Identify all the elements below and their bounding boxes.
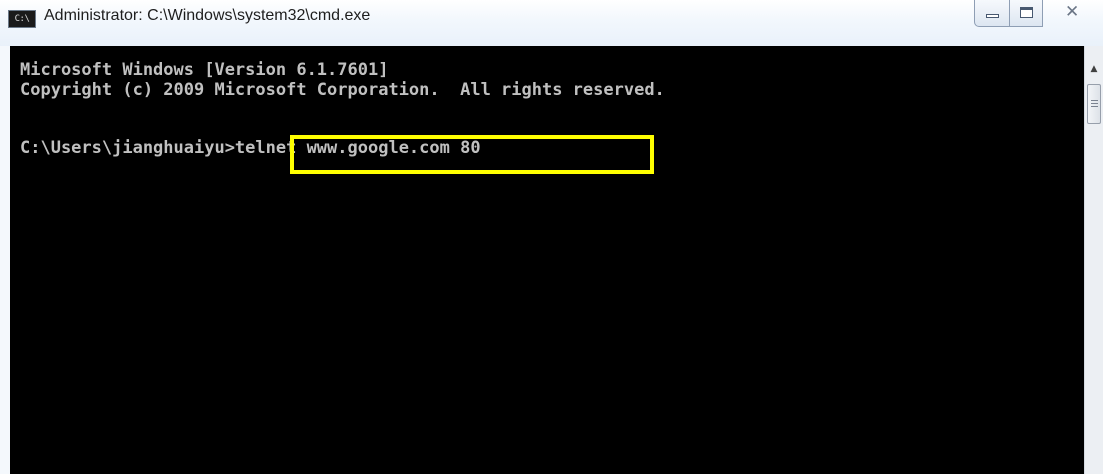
- console-line-copyright: Copyright (c) 2009 Microsoft Corporation…: [20, 80, 665, 100]
- console-output[interactable]: Microsoft Windows [Version 6.1.7601] Cop…: [10, 46, 1084, 474]
- scroll-thumb[interactable]: [1087, 84, 1101, 124]
- close-button[interactable]: ✕: [1043, 0, 1103, 27]
- scroll-thumb-grip-icon: [1091, 100, 1098, 108]
- minimize-button[interactable]: [974, 0, 1010, 27]
- maximize-button[interactable]: [1010, 0, 1043, 27]
- minimize-icon: [986, 14, 999, 18]
- command-highlight-box: [290, 135, 654, 174]
- console-line-version: Microsoft Windows [Version 6.1.7601]: [20, 60, 389, 80]
- scroll-up-arrow-icon[interactable]: ▲: [1085, 62, 1103, 76]
- caption-buttons: ✕: [974, 0, 1103, 28]
- vertical-scrollbar[interactable]: ▲: [1084, 46, 1103, 474]
- window-title: Administrator: C:\Windows\system32\cmd.e…: [44, 7, 371, 24]
- cmd-app-icon[interactable]: C:\: [8, 10, 36, 28]
- cmd-window: C:\ Administrator: C:\Windows\system32\c…: [0, 0, 1103, 474]
- title-bar[interactable]: C:\ Administrator: C:\Windows\system32\c…: [0, 0, 1103, 46]
- maximize-icon: [1020, 7, 1033, 18]
- close-icon: ✕: [1065, 2, 1080, 22]
